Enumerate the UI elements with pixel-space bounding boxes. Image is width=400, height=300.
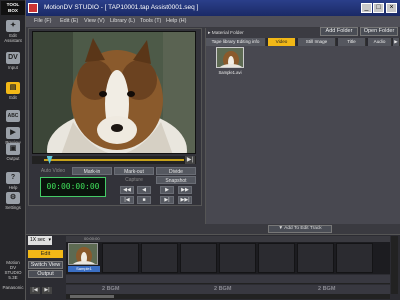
tab-still-image[interactable]: Still Image xyxy=(298,38,336,46)
scrub-track xyxy=(44,159,184,161)
folder-path-text: Material Folder xyxy=(211,31,244,36)
tool-help[interactable]: ? Help xyxy=(2,172,24,190)
tool-label: Edit Assistant xyxy=(4,33,22,43)
timeline-vertical-scrollbar[interactable] xyxy=(391,236,398,294)
switch-view-button[interactable]: Switch View xyxy=(28,261,63,269)
timecode-display: 00:00:00:00 xyxy=(40,177,106,197)
open-folder-button[interactable]: Open Folder xyxy=(360,27,398,36)
library-item-caption[interactable]: Sample1.avi xyxy=(208,70,252,76)
tab-title[interactable]: Title xyxy=(338,38,366,46)
rewind-button[interactable]: ◀◀ xyxy=(120,186,134,194)
tool-label: Input xyxy=(8,65,18,70)
settings-icon: ⚙ xyxy=(6,192,20,204)
tab-tape-library[interactable]: Tape library Editing info xyxy=(206,38,266,46)
brand-line: 5.3E xyxy=(8,275,18,280)
zoom-select[interactable]: 1X sec xyxy=(28,236,52,245)
bgm-label: 2 BGM xyxy=(318,286,336,292)
title-bar: MotionDV STUDIO - [ TAP10001.tap Assist0… xyxy=(26,0,400,16)
dv-input-icon: DV xyxy=(6,52,20,64)
menu-tools[interactable]: Tools (T) xyxy=(140,16,161,27)
menu-help[interactable]: Help (H) xyxy=(166,16,186,27)
tool-edit[interactable]: ▤ Edit xyxy=(2,82,24,100)
tab-scroll-right-icon[interactable]: ▶ xyxy=(393,38,400,46)
timeline-end-button[interactable]: ▶| xyxy=(42,287,52,294)
mark-out-button[interactable]: Mark-out xyxy=(114,167,154,175)
scrub-end-button[interactable]: ▶| xyxy=(185,156,195,164)
tool-input[interactable]: DV Input xyxy=(2,52,24,70)
go-end-button[interactable]: ▶▶| xyxy=(178,196,192,204)
menu-library[interactable]: Library (L) xyxy=(110,16,135,27)
tool-label: Output xyxy=(6,156,20,161)
prev-frame-button[interactable]: |◀ xyxy=(120,196,134,204)
empty-frame-slot[interactable] xyxy=(258,243,295,273)
maximize-button[interactable]: □ xyxy=(373,3,384,13)
sheltie-thumbnail-image xyxy=(217,48,243,67)
mark-in-button[interactable]: Mark-in xyxy=(72,167,112,175)
window-title: MotionDV STUDIO - [ TAP10001.tap Assist0… xyxy=(44,4,199,11)
toolbox-logo-line2: BOX xyxy=(8,8,18,13)
empty-frame-slot[interactable] xyxy=(141,243,178,273)
toolbox-logo: TOOL BOX xyxy=(1,1,25,15)
empty-frame-slot[interactable] xyxy=(102,243,139,273)
tab-video[interactable]: Video xyxy=(268,38,296,46)
tool-edit-assistant[interactable]: ✦ Edit Assistant xyxy=(2,20,24,43)
snapshot-button[interactable]: Snapshot xyxy=(156,176,196,184)
minimize-button[interactable]: _ xyxy=(361,3,372,13)
menu-view[interactable]: View (V) xyxy=(84,16,105,27)
divide-button[interactable]: Divide xyxy=(156,167,196,175)
empty-frame-slot[interactable] xyxy=(336,243,373,273)
close-button[interactable]: × xyxy=(386,3,397,13)
library-item-thumbnail[interactable] xyxy=(216,47,244,68)
bgm-label: 2 BGM xyxy=(102,286,120,292)
bgm-track-1[interactable] xyxy=(66,275,390,284)
output-icon: ▣ xyxy=(6,143,20,155)
output-button[interactable]: Output xyxy=(28,270,63,278)
folder-path: ▸ Material Folder xyxy=(208,30,298,38)
tool-output[interactable]: ▣ Output xyxy=(2,143,24,161)
tool-title[interactable]: ABC xyxy=(2,110,24,123)
sheltie-dog-image xyxy=(33,32,195,153)
capture-label: Capture xyxy=(125,177,143,183)
edit-icon: ▤ xyxy=(6,82,20,94)
auto-video-label: Auto Video xyxy=(40,168,66,174)
empty-frame-slot[interactable] xyxy=(180,243,217,273)
stop-button[interactable]: ■ xyxy=(137,196,151,204)
app-window: TOOL BOX ✦ Edit Assistant DV Input ▤ Edi… xyxy=(0,0,400,300)
title-abc-icon: ABC xyxy=(6,110,20,122)
toolbox-sidebar: TOOL BOX ✦ Edit Assistant DV Input ▤ Edi… xyxy=(0,0,26,300)
play-button[interactable]: ▶ xyxy=(160,186,174,194)
scrollbar-thumb[interactable] xyxy=(70,295,114,298)
timeline-clip-label: Sample1 xyxy=(68,266,100,272)
library-tabs: Tape library Editing info Video Still Im… xyxy=(206,38,400,46)
fast-forward-button[interactable]: ▶▶ xyxy=(178,186,192,194)
tool-label: Edit xyxy=(9,95,17,100)
help-icon: ? xyxy=(6,172,20,184)
product-brand: Motion DV STUDIO 5.3E xyxy=(1,260,25,282)
timeline-clip-thumbnail[interactable] xyxy=(68,243,98,265)
tool-settings[interactable]: ⚙ Settings xyxy=(2,192,24,210)
empty-frame-slot[interactable] xyxy=(297,243,334,273)
add-to-edit-track-label: Add To Edit Track xyxy=(284,226,322,231)
app-icon xyxy=(28,3,38,13)
preview-icon: ▶ xyxy=(6,127,20,139)
sheltie-clip-image xyxy=(69,244,97,264)
maker-logo: Panasonic xyxy=(2,285,24,290)
tool-label: Settings xyxy=(5,205,21,210)
timeline-horizontal-scrollbar[interactable] xyxy=(66,294,390,299)
assistant-icon: ✦ xyxy=(6,20,20,32)
add-to-edit-track-button[interactable]: ▼ Add To Edit Track xyxy=(268,225,332,233)
tool-label: Help xyxy=(8,185,18,190)
empty-frame-slot[interactable] xyxy=(219,243,256,273)
add-folder-button[interactable]: Add Folder xyxy=(320,27,358,36)
tab-audio[interactable]: Audio xyxy=(368,38,392,46)
timeline-start-button[interactable]: |◀ xyxy=(30,287,40,294)
video-preview xyxy=(32,31,196,154)
bgm-label: 2 BGM xyxy=(214,286,232,292)
menu-edit[interactable]: Edit (E) xyxy=(60,16,78,27)
next-frame-button[interactable]: ▶| xyxy=(160,196,174,204)
menu-file[interactable]: File (F) xyxy=(34,16,51,27)
edit-view-button[interactable]: Edit xyxy=(28,250,63,258)
menu-bar: File (F) Edit (E) View (V) Library (L) T… xyxy=(26,16,400,27)
step-back-button[interactable]: ◀ xyxy=(137,186,151,194)
